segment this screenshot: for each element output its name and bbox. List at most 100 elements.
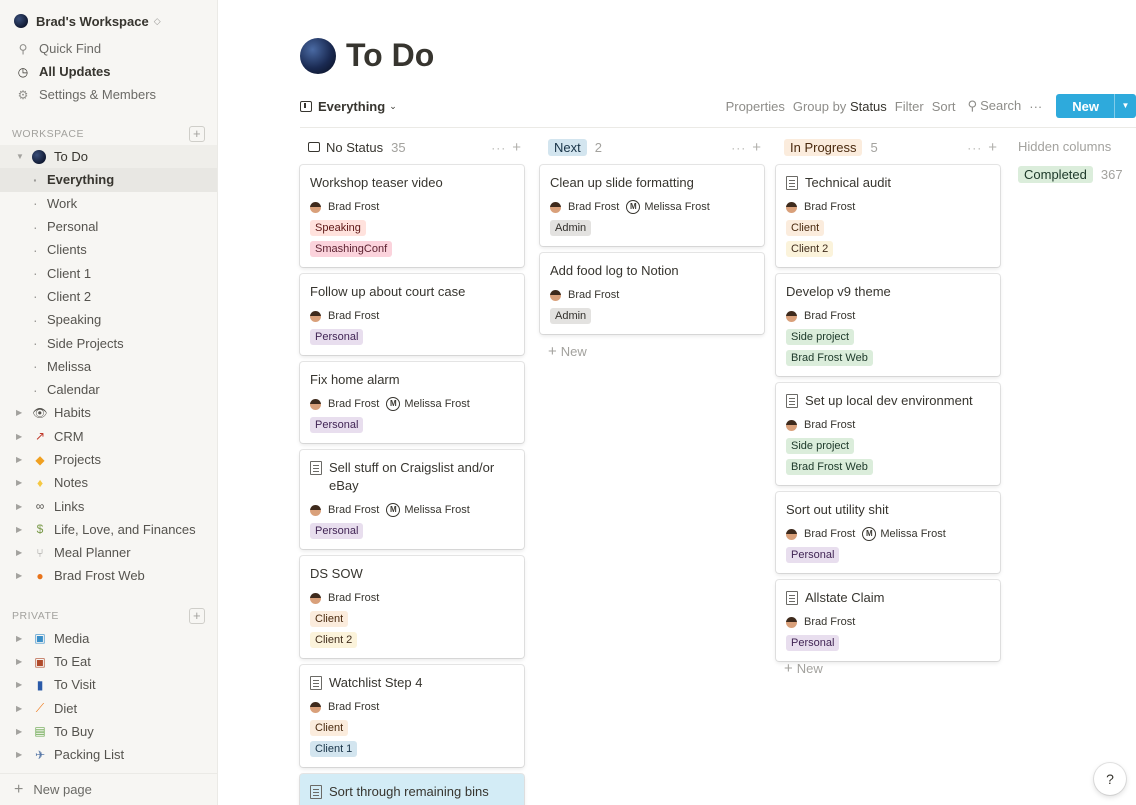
board-card[interactable]: Set up local dev environment Brad Frost Si… [776,383,1000,485]
column-header[interactable]: In Progress 5 ··· + [776,136,1000,158]
board-card[interactable]: Technical audit Brad Frost Client Client 2 [776,165,1000,267]
caret-right-icon[interactable]: ▶ [16,657,28,666]
board-card[interactable]: Watchlist Step 4 Brad Frost Client Client 1 [300,665,524,767]
search-button[interactable]: ⚲ Search [964,98,1022,114]
column-title: No Status [326,139,384,155]
board-card[interactable]: Follow up about court case Brad Frost Pers… [300,274,524,355]
view-selector[interactable]: Everything ⌄ [300,99,397,114]
column-header[interactable]: Next 2 ··· + [540,136,764,158]
tag-row: Personal [786,632,990,653]
new-page-button[interactable]: + New page [0,773,217,805]
filter-button[interactable]: Filter [895,99,924,114]
card-tag: Personal [310,329,364,345]
caret-right-icon[interactable]: ▶ [16,727,28,736]
tag-row: Admin [550,305,754,326]
sidebar-item-habits[interactable]: ▶ 👁 Habits [0,401,217,424]
caret-right-icon[interactable]: ▶ [16,634,28,643]
caret-right-icon[interactable]: ▶ [16,478,28,487]
sidebar-subitem-everything[interactable]: · Everything [0,168,217,192]
sidebar-item-label: Projects [54,452,101,467]
sidebar-subitem-side-projects[interactable]: · Side Projects [0,331,217,354]
board-card[interactable]: Sort through remaining binsBrad FrostMMe… [300,774,524,805]
sidebar-item-links[interactable]: ▶ ∞ Links [0,494,217,517]
chevron-down-icon[interactable]: ▼ [1114,94,1136,118]
sidebar-subitem-client-1[interactable]: · Client 1 [0,261,217,284]
tv-icon: ▣ [34,631,46,646]
plus-icon: + [14,780,24,798]
assignee-name: Brad Frost [328,701,380,713]
add-private-page-button[interactable]: + [189,607,205,624]
caret-right-icon[interactable]: ▶ [16,704,28,713]
caret-right-icon[interactable]: ▶ [16,432,28,441]
sidebar-item-packing-list[interactable]: ▶ ✈ Packing List [0,743,217,766]
sidebar-item-diet[interactable]: ▶ ⟋ Diet [0,697,217,720]
sidebar-item-projects[interactable]: ▶ ◆ Projects [0,448,217,471]
caret-right-icon[interactable]: ▶ [16,408,28,417]
board-card[interactable]: Add food log to Notion Brad Frost Admin [540,253,764,334]
all-updates[interactable]: ◷ All Updates [0,60,217,83]
add-workspace-page-button[interactable]: + [189,126,205,142]
new-button[interactable]: New ▼ [1056,94,1136,118]
sort-button[interactable]: Sort [932,99,956,114]
more-icon[interactable]: ··· [491,141,506,155]
sidebar-subitem-client-2[interactable]: · Client 2 [0,285,217,308]
more-icon[interactable]: ··· [967,141,982,155]
sidebar-subitem-work[interactable]: · Work [0,192,217,215]
settings-members[interactable]: ⚙ Settings & Members [0,83,217,106]
workspace-switcher[interactable]: Brad's Workspace ◇ [0,9,217,33]
sidebar-item-to-buy[interactable]: ▶ ▤ To Buy [0,720,217,743]
quick-find[interactable]: ⚲ Quick Find [0,37,217,60]
caret-right-icon[interactable]: ▶ [16,502,28,511]
caret-right-icon[interactable]: ▶ [16,750,28,759]
plus-icon[interactable]: + [752,139,762,156]
sidebar-item-meal-planner[interactable]: ▶ ⑂ Meal Planner [0,541,217,564]
caret-right-icon[interactable]: ▶ [16,571,28,580]
board-card[interactable]: Sell stuff on Craigslist and/or eBay Brad… [300,450,524,549]
help-button[interactable]: ? [1094,763,1126,795]
plus-icon: + [548,343,557,360]
sidebar-item-life-love-finances[interactable]: ▶ $ Life, Love, and Finances [0,518,217,541]
sidebar-item-to-visit[interactable]: ▶ ▮ To Visit [0,673,217,696]
board-card[interactable]: DS SOW Brad Frost Client Client 2 [300,556,524,658]
sidebar-item-to-eat[interactable]: ▶ ▣ To Eat [0,650,217,673]
caret-right-icon[interactable]: ▶ [16,548,28,557]
board-column-in-progress: In Progress 5 ··· + [776,136,1000,158]
sidebar-item-media[interactable]: ▶ ▣ Media [0,627,217,650]
sidebar-subitem-speaking[interactable]: · Speaking [0,308,217,331]
board-card[interactable]: Workshop teaser video Brad Frost Speaking S… [300,165,524,267]
plus-icon[interactable]: + [988,139,998,156]
board-card[interactable]: Develop v9 theme Brad Frost Side project Br… [776,274,1000,376]
group-by-button[interactable]: Group by Status [793,99,887,114]
card-padding [310,650,514,658]
sidebar-subitem-calendar[interactable]: · Calendar [0,378,217,401]
caret-right-icon[interactable]: ▶ [16,455,28,464]
caret-right-icon[interactable]: ▶ [16,525,28,534]
globe-icon[interactable] [300,37,336,74]
page-icon [786,176,798,190]
more-options-button[interactable]: ··· [1029,99,1042,114]
board-card[interactable]: Clean up slide formatting Brad Frost M Meli… [540,165,764,246]
sidebar-item-crm[interactable]: ▶ ↗ CRM [0,425,217,448]
page-title-text[interactable]: To Do [346,37,434,74]
board-card[interactable]: Allstate Claim Brad Frost Personal [776,580,1000,661]
board-card[interactable]: Sort out utility shit Brad Frost M Melissa … [776,492,1000,573]
add-card-in-progress-button[interactable]: + New [784,660,823,677]
caret-right-icon[interactable]: ▶ [16,680,28,689]
sidebar-item-brad-frost-web[interactable]: ▶ ● Brad Frost Web [0,564,217,587]
board-card[interactable]: Fix home alarm Brad Frost M Melissa Frost Pe… [300,362,524,443]
add-card-next-button[interactable]: + New [548,343,587,360]
caret-down-icon[interactable]: ▼ [16,152,28,161]
hidden-column-completed[interactable]: Completed 367 [1018,166,1136,183]
view-actions: Properties Group by Status Filter Sort ⚲… [718,94,1136,118]
more-icon[interactable]: ··· [731,141,746,155]
plus-icon[interactable]: + [512,139,522,156]
sidebar-subitem-personal[interactable]: · Personal [0,215,217,238]
properties-button[interactable]: Properties [726,99,785,114]
sidebar-subitem-clients[interactable]: · Clients [0,238,217,261]
sidebar-item-todo[interactable]: ▼ To Do [0,145,217,169]
avatar [310,504,321,516]
column-header[interactable]: No Status 35 ··· + [300,136,524,158]
sidebar-subitem-melissa[interactable]: · Melissa [0,355,217,378]
bullet-icon: · [33,241,38,258]
sidebar-item-notes[interactable]: ▶ ♦ Notes [0,471,217,494]
